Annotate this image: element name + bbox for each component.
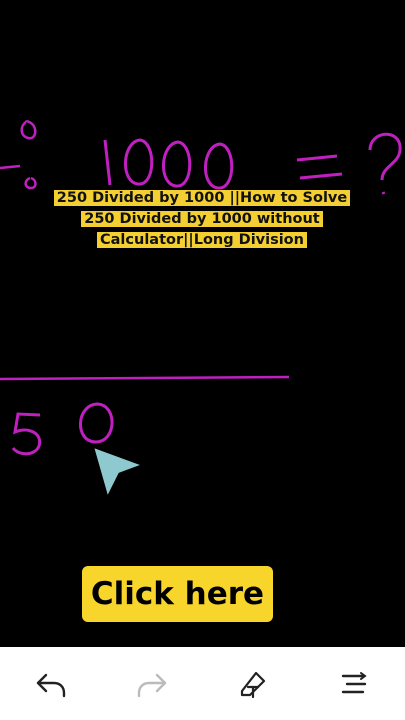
equals-bottom xyxy=(299,172,343,180)
pen-tool-button[interactable] xyxy=(229,660,277,708)
undo-icon xyxy=(36,673,65,697)
digit-5 xyxy=(11,412,42,456)
division-dot-top xyxy=(20,120,37,140)
pen-tool-icon xyxy=(241,671,266,698)
redo-button[interactable] xyxy=(128,660,176,708)
menu-button[interactable] xyxy=(330,660,378,708)
digit-0-c xyxy=(204,142,234,190)
digit-0-d xyxy=(79,402,114,444)
redo-icon xyxy=(137,673,167,697)
drawing-canvas[interactable]: 250 Divided by 1000 ||How to Solve 250 D… xyxy=(0,0,405,647)
digit-0-b xyxy=(162,140,192,188)
video-caption: 250 Divided by 1000 ||How to Solve 250 D… xyxy=(38,188,366,251)
pointer-cursor xyxy=(94,448,140,495)
question-dot xyxy=(381,191,386,195)
division-dot-bottom xyxy=(24,176,37,190)
click-here-button[interactable]: Click here xyxy=(82,566,273,622)
digit-1 xyxy=(103,139,112,186)
handwriting-strokes xyxy=(0,120,402,495)
undo-button[interactable] xyxy=(27,660,75,708)
question-mark xyxy=(368,132,402,181)
menu-lines-icon xyxy=(342,671,368,693)
digit-0-a xyxy=(124,138,154,186)
bottom-toolbar xyxy=(0,647,405,720)
division-bar xyxy=(0,164,21,170)
equals-top xyxy=(296,154,338,162)
long-division-line xyxy=(0,375,290,381)
video-caption-text: 250 Divided by 1000 ||How to Solve 250 D… xyxy=(53,190,351,248)
